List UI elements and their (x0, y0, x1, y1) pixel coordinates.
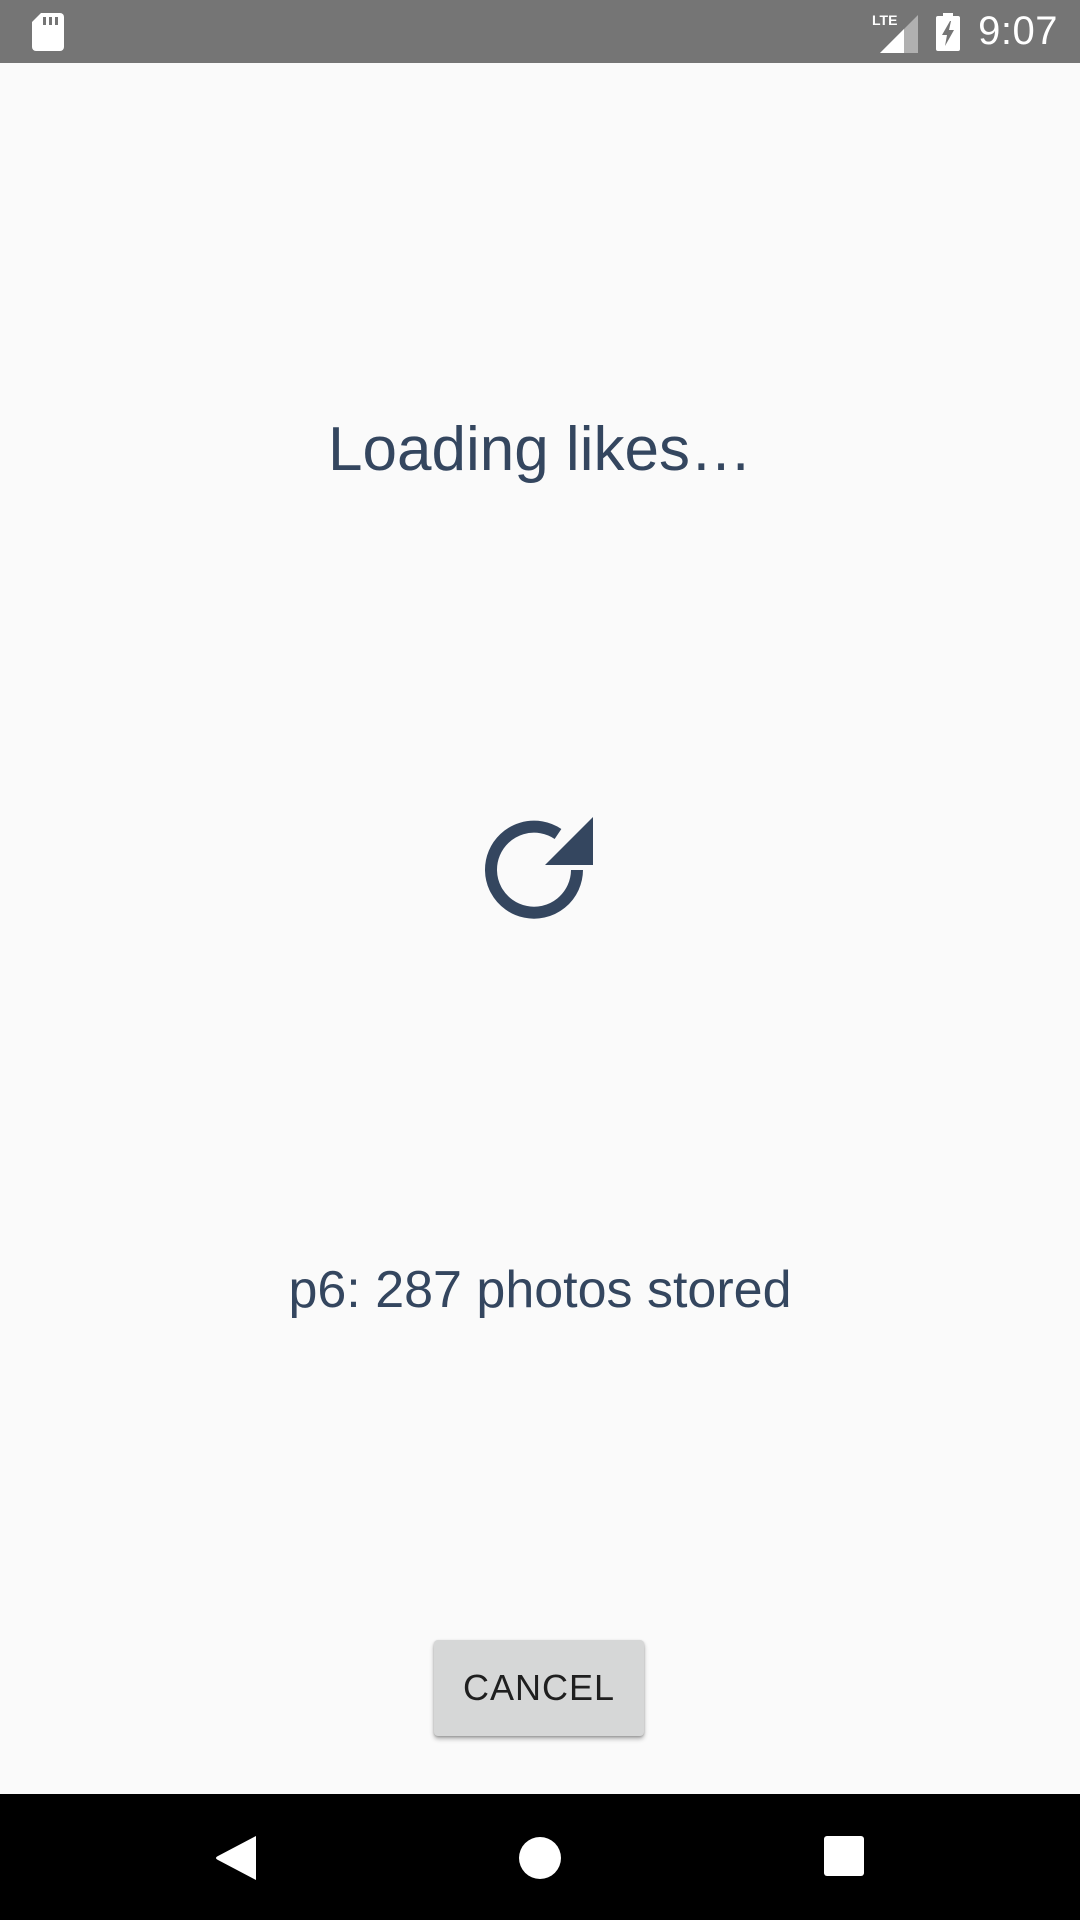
battery-charging-icon (936, 12, 961, 51)
cancel-button[interactable]: CANCEL (434, 1640, 644, 1736)
status-clock: 9:07 (978, 9, 1058, 53)
lte-signal-icon: LTE (872, 12, 919, 53)
refresh-icon (485, 817, 593, 919)
home-icon[interactable] (518, 1836, 562, 1880)
app-screen: LTE 9:07 Loading likes… p6: 287 photos s… (0, 0, 1080, 1920)
sd-card-icon (32, 13, 64, 51)
photos-stored-status: p6: 287 photos stored (288, 1261, 792, 1319)
status-icons: LTE 9:07 (872, 0, 1058, 63)
navigation-bar (0, 1794, 1080, 1920)
status-bar: LTE 9:07 (0, 0, 1080, 63)
loading-title: Loading likes… (328, 415, 752, 484)
recents-icon[interactable] (824, 1836, 864, 1876)
back-icon[interactable] (214, 1834, 258, 1882)
svg-text:LTE: LTE (872, 12, 897, 28)
